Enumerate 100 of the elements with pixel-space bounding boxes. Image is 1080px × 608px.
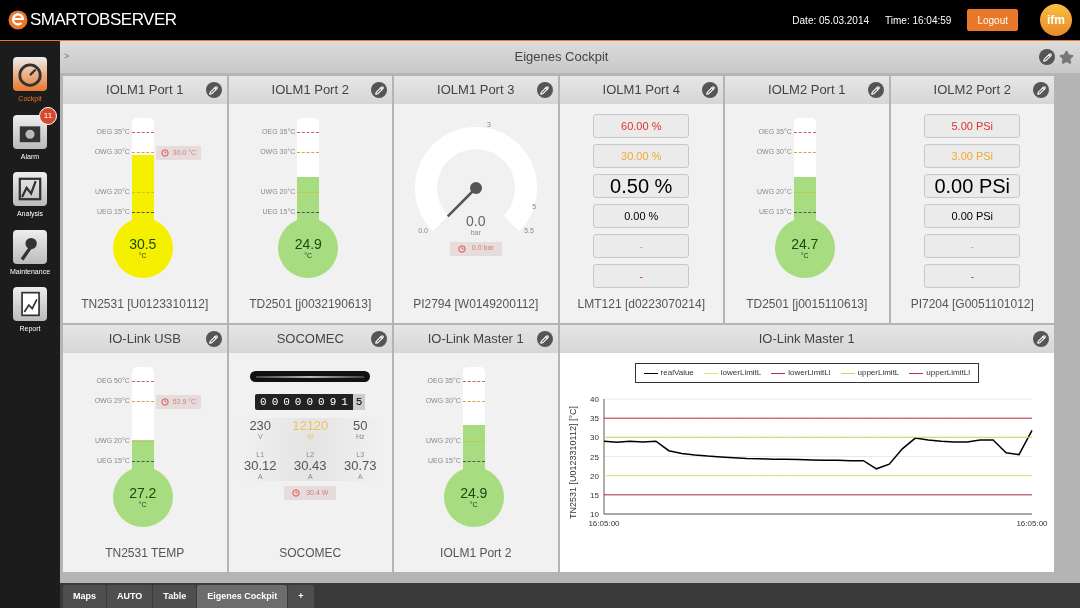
- value-field: 0.50 %: [593, 174, 690, 198]
- card-title: IOLM1 Port 4: [602, 81, 680, 100]
- gauge-needle: [446, 182, 482, 218]
- sensor-label: SOCOMEC: [278, 545, 343, 562]
- limit-line: [297, 212, 320, 213]
- clock-icon: [160, 398, 169, 406]
- limit-line: [793, 212, 816, 213]
- card-title: IO-Link Master 1: [758, 330, 855, 349]
- pencil-icon: [374, 85, 384, 95]
- pencil-icon: [1036, 85, 1046, 95]
- y-tick-label: 15: [589, 490, 599, 500]
- limit-line: [297, 132, 320, 133]
- card-title: IOLM1 Port 1: [106, 81, 184, 100]
- value-field: 0.00 PSi: [924, 204, 1021, 228]
- value-field: -: [924, 264, 1021, 288]
- card-title: IOLM2 Port 1: [768, 81, 846, 100]
- bottom-tab[interactable]: Table: [153, 585, 197, 608]
- favourite-star-icon[interactable]: [1059, 49, 1074, 65]
- edit-button[interactable]: [371, 82, 387, 98]
- date-text: Date: 05.03.2014: [792, 13, 870, 28]
- value-field: 5.00 PSi: [924, 114, 1021, 138]
- temperature-value: 24.7: [791, 236, 819, 252]
- y-tick-label: 30: [589, 433, 599, 443]
- temperature-value: 24.9: [460, 485, 488, 501]
- limit-line: [297, 152, 320, 153]
- value-field: 0.00 %: [593, 204, 690, 228]
- temperature-value: 27.2: [129, 485, 157, 501]
- value-field: -: [593, 234, 690, 258]
- x-tick-label: 16:05:00: [588, 519, 620, 528]
- limit-line: [131, 401, 154, 402]
- edit-button[interactable]: [867, 82, 884, 98]
- value-field: -: [593, 264, 690, 288]
- limit-line: [297, 192, 320, 193]
- sidebar-icon: [13, 172, 47, 206]
- edit-button[interactable]: [702, 82, 718, 98]
- y-axis-label: TN2531 [U0123310112] [°C]: [567, 406, 578, 519]
- brand-name: SMARTOBSERVER: [30, 9, 177, 32]
- phase-value: 30.73: [343, 459, 377, 473]
- limit-line: [131, 192, 154, 193]
- sidebar-icon: [13, 229, 47, 264]
- clock-icon: [160, 149, 169, 157]
- x-tick-label: 16:05:00: [1016, 519, 1048, 528]
- limit-line: [131, 212, 154, 213]
- counter-digits: 00000091: [259, 394, 353, 410]
- sensor-label: PI2794 [W0149200112]: [412, 296, 540, 313]
- card-title: IOLM1 Port 3: [437, 81, 515, 100]
- edit-button[interactable]: [536, 82, 553, 98]
- pencil-icon: [1042, 52, 1052, 62]
- edit-button[interactable]: [1033, 82, 1049, 98]
- bottom-tab[interactable]: +: [288, 585, 314, 608]
- value-field: 0.00 PSi: [924, 174, 1021, 198]
- pencil-icon: [1036, 334, 1046, 344]
- value-field: -: [924, 234, 1021, 258]
- legend-label: lowerLimitL: [720, 367, 762, 379]
- edit-button[interactable]: [536, 331, 553, 347]
- sensor-label: PI7204 [G0051101012]: [909, 296, 1035, 313]
- logo-text: ifm: [1047, 12, 1065, 29]
- reading-value: 12120: [292, 418, 329, 433]
- sensor-label: TD2501 [j0032190613]: [248, 296, 373, 313]
- y-tick-label: 35: [589, 414, 599, 424]
- sensor-label: TN2531 TEMP: [104, 545, 186, 562]
- limit-line: [462, 441, 485, 442]
- limit-line: [462, 381, 485, 382]
- edit-button[interactable]: [205, 331, 222, 347]
- counter-fraction: 5: [352, 394, 366, 410]
- temperature-value: 30.5: [129, 236, 157, 252]
- card-title: IOLM1 Port 2: [271, 81, 349, 100]
- phase-value: 30.43: [293, 459, 327, 473]
- limit-line: [131, 441, 154, 442]
- sidebar-icon: [13, 287, 47, 321]
- bottom-tab[interactable]: AUTO: [107, 585, 153, 608]
- time-text: Time: 16:04:59: [885, 13, 952, 28]
- limit-line: [131, 132, 154, 133]
- reading-value: 230: [249, 418, 272, 433]
- notification-badge: 11: [39, 106, 57, 125]
- edit-button[interactable]: [1039, 49, 1055, 65]
- bottom-tab[interactable]: Maps: [63, 585, 106, 608]
- bottom-tab[interactable]: Eigenes Cockpit: [197, 585, 288, 608]
- value-field: 60.00 %: [593, 114, 690, 138]
- phase-value: 30.12: [243, 459, 277, 473]
- legend-label: lowerLimitLl: [788, 367, 831, 379]
- clock-icon: [457, 244, 466, 253]
- edit-button[interactable]: [371, 331, 387, 347]
- y-tick-label: 25: [589, 452, 599, 462]
- y-tick-label: 40: [589, 395, 599, 404]
- card-title: IO-Link Master 1: [427, 330, 524, 349]
- edit-button[interactable]: [1033, 331, 1049, 347]
- edit-button[interactable]: [205, 82, 222, 98]
- value-field: 3.00 PSi: [924, 144, 1021, 168]
- legend-label: upperLimitL: [857, 367, 900, 379]
- y-tick-label: 10: [589, 510, 599, 519]
- logo-icon: [8, 10, 28, 30]
- sensor-label: LMT121 [d0223070214]: [576, 296, 706, 313]
- limit-line: [793, 132, 816, 133]
- card-title: IOLM2 Port 2: [933, 81, 1011, 100]
- sidebar-icon: [13, 57, 47, 91]
- page-title: Eigenes Cockpit: [513, 48, 610, 67]
- pencil-icon: [540, 85, 549, 95]
- pencil-icon: [209, 334, 218, 344]
- limit-line: [462, 461, 485, 462]
